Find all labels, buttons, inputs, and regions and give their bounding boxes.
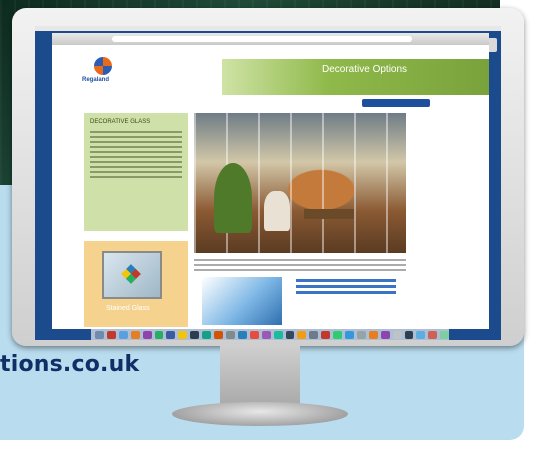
monitor: Regaland Decorative Options DECORATIVE G… <box>12 8 524 346</box>
promo-panel: Stained Glass <box>84 241 188 327</box>
person-shape <box>264 191 290 231</box>
sidebar-text <box>90 131 182 181</box>
webpage: Regaland Decorative Options DECORATIVE G… <box>52 45 489 329</box>
company-logo-icon <box>94 57 112 75</box>
banner-title: Decorative Options <box>322 64 408 75</box>
website-url: tions.co.uk <box>0 352 140 377</box>
diamond-motif <box>121 264 141 284</box>
product-heading <box>296 279 396 297</box>
nav-cta-button <box>362 99 430 107</box>
monitor-stand-base <box>172 402 348 426</box>
header-banner: Decorative Options <box>222 59 489 95</box>
monitor-screen: Regaland Decorative Options DECORATIVE G… <box>35 26 501 340</box>
hero-photo <box>194 113 406 253</box>
table-shape <box>304 209 354 219</box>
product-image <box>202 277 282 325</box>
browser-toolbar <box>52 33 489 45</box>
menu-bar <box>35 26 501 31</box>
address-bar <box>112 36 412 42</box>
dock <box>91 329 450 340</box>
stained-glass-graphic <box>102 251 162 299</box>
sidebar-panel: DECORATIVE GLASS <box>84 113 188 231</box>
sidebar-title: DECORATIVE GLASS <box>90 119 151 125</box>
monitor-stand-neck <box>220 346 300 406</box>
brand-name: Regaland <box>82 77 110 83</box>
body-text <box>194 259 406 274</box>
promo-label: Stained Glass <box>106 305 150 312</box>
browser-window: Regaland Decorative Options DECORATIVE G… <box>52 33 489 329</box>
plant-shape <box>214 163 252 233</box>
